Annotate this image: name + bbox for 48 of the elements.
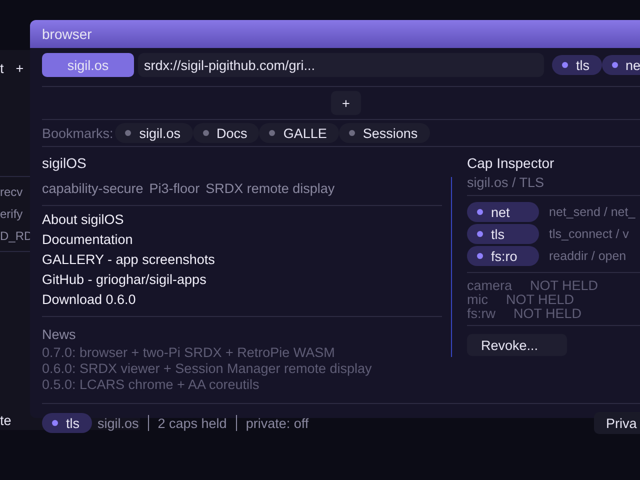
cap-chip: tls [552,55,602,75]
status-text: private: off [246,416,309,430]
tagline-text: capability-secure [42,181,144,198]
bookmark-chip[interactable]: sigil.os [115,123,193,143]
cap-calls: net_send / net_ [549,205,636,219]
new-tab-button[interactable]: + [331,91,361,115]
add-button[interactable]: + [16,60,24,76]
cap-calls: tls_connect / v [549,227,629,241]
news-item: 0.5.0: LCARS chrome + AA coreutils [42,377,260,393]
news-heading: News [42,327,77,344]
cap-name: camera [467,279,512,293]
bookmarks-label: Bookmarks: [42,126,114,140]
cap-name: fs:rw [467,307,496,321]
private-button[interactable]: Priva [594,412,640,434]
bookmark-chip[interactable]: Sessions [338,123,430,143]
footer-text: te [0,413,12,428]
cap-chip: tls [42,413,92,433]
page-link[interactable]: GitHub - grioghar/sigil-apps [42,272,442,292]
cap-state: NOT HELD [530,279,598,293]
address-field[interactable]: srdx://sigil-pigithub.com/gri... [138,53,544,77]
revoke-button[interactable]: Revoke... [467,334,567,356]
cap-chip: fs:ro [467,246,539,266]
cap-calls: readdir / open [549,249,626,263]
news-item: 0.7.0: browser + two-Pi SRDX + RetroPie WASM [42,345,336,361]
cap-state: NOT HELD [506,293,574,307]
window-title: browser [30,20,640,48]
inspector-subtitle: sigil.os / TLS [467,175,546,191]
status-text: 2 caps held [158,416,227,430]
cap-name: mic [467,293,488,307]
cap-chip: ne [602,55,640,75]
page-link[interactable]: About sigilOS [42,212,442,232]
cap-state: NOT HELD [514,307,582,321]
inspector-title: Cap Inspector [467,155,556,173]
status-text: sigil.os [98,416,139,430]
cap-name: recv [0,185,23,199]
page-link[interactable]: GALLERY - app screenshots [42,252,442,272]
page-title: sigilOS [42,155,88,173]
cap-chip: tls [467,224,539,244]
bookmark-chip[interactable]: GALLE [259,123,339,143]
tagline-text: SRDX remote display [206,181,335,198]
cap-name: erify [0,207,23,221]
page-link[interactable]: Download 0.6.0 [42,292,442,312]
toolbar-text: t [0,60,4,76]
bookmark-chip[interactable]: Docs [192,123,260,143]
cap-chip: net [467,202,539,222]
news-item: 0.6.0: SRDX viewer + Session Manager remote display [42,361,373,377]
tagline-text: Pi3-floor [149,181,200,198]
page-link[interactable]: Documentation [42,232,442,252]
